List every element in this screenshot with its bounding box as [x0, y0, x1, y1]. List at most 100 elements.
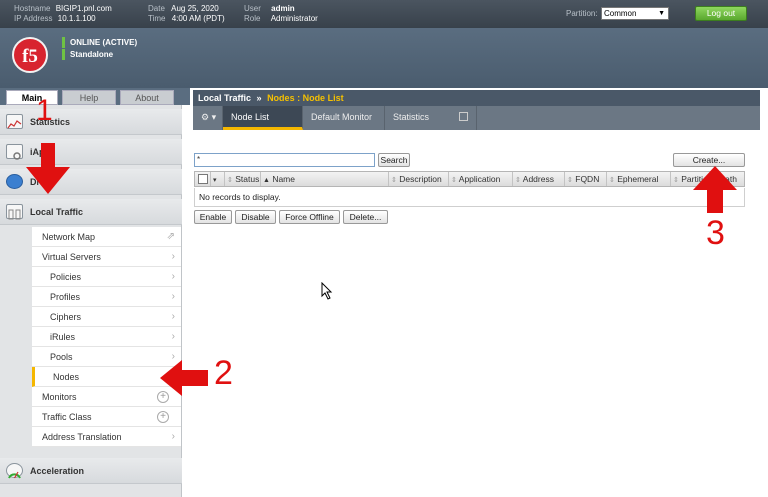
annotation-arrow-down-1	[26, 143, 70, 194]
breadcrumb-current: Nodes : Node List	[267, 93, 344, 103]
delete-button[interactable]: Delete...	[343, 210, 388, 224]
enable-button[interactable]: Enable	[194, 210, 232, 224]
left-tab-bar: Main Help About	[0, 88, 190, 105]
col-name[interactable]: ▲ Name	[261, 172, 389, 186]
role-label: Role	[244, 14, 261, 23]
user-label: User	[244, 4, 261, 13]
gear-icon: ⚙ ▾	[201, 112, 217, 122]
sort-icon: ⇕	[609, 177, 615, 184]
tab-default-monitor[interactable]: Default Monitor	[303, 106, 385, 130]
nav-traffic-class[interactable]: Traffic Class +	[32, 407, 181, 427]
time-label: Time	[148, 14, 166, 23]
chevron-right-icon: ›	[171, 291, 175, 302]
chevron-right-icon: ›	[171, 311, 175, 322]
ip-value: 10.1.1.100	[57, 14, 96, 23]
chevron-right-icon: ›	[171, 251, 175, 262]
annotation-number-1: 1	[36, 94, 53, 127]
sort-icon: ⇕	[227, 177, 233, 184]
search-button[interactable]: Search	[378, 153, 410, 167]
external-link-icon: ⇗	[166, 231, 175, 242]
partition-value: Common	[604, 9, 637, 18]
date-value: Aug 25, 2020	[171, 4, 219, 13]
mouse-cursor-icon	[321, 282, 333, 300]
column-menu[interactable]: ▾	[211, 172, 225, 186]
nav-virtual-servers[interactable]: Virtual Servers ›	[32, 247, 181, 267]
chevron-right-icon: ›	[171, 271, 175, 282]
ip-label: IP Address	[14, 14, 53, 23]
date-label: Date	[148, 4, 165, 13]
breadcrumb: Local Traffic » Nodes : Node List	[193, 90, 760, 106]
speedometer-icon	[6, 463, 23, 479]
iapps-icon	[6, 144, 23, 160]
col-address[interactable]: ⇕ Address	[513, 172, 565, 186]
nav-statistics[interactable]: Statistics	[0, 109, 182, 135]
sort-ascending-icon: ▲	[263, 177, 270, 184]
hostname-label: Hostname	[14, 4, 51, 13]
force-offline-button[interactable]: Force Offline	[279, 210, 340, 224]
table-header: ▾ ⇕ Status ▲ Name ⇕ Description ⇕ Applic…	[194, 171, 745, 187]
disable-button[interactable]: Disable	[235, 210, 276, 224]
status-standalone: Standalone	[62, 49, 113, 60]
col-fqdn[interactable]: ⇕ FQDN	[565, 172, 607, 186]
col-description[interactable]: ⇕ Description	[389, 172, 449, 186]
sort-icon: ⇕	[673, 177, 679, 184]
chevron-down-icon: ▼	[658, 10, 665, 17]
tab-statistics[interactable]: Statistics	[385, 106, 477, 130]
chevron-right-icon: ›	[171, 431, 175, 442]
f5-logo: f5	[12, 37, 48, 73]
col-status[interactable]: ⇕ Status	[225, 172, 261, 186]
nav-irules[interactable]: iRules ›	[32, 327, 181, 347]
chart-icon	[6, 114, 23, 129]
search-input[interactable]: *	[194, 153, 375, 167]
nav-address-translation[interactable]: Address Translation ›	[32, 427, 181, 447]
status-online: ONLINE (ACTIVE)	[62, 37, 137, 48]
nav-local-traffic-label: Local Traffic	[30, 207, 84, 217]
nav-pools[interactable]: Pools ›	[32, 347, 181, 367]
nav-profiles[interactable]: Profiles ›	[32, 287, 181, 307]
nav-policies[interactable]: Policies ›	[32, 267, 181, 287]
popout-icon	[459, 112, 468, 121]
partition-label: Partition:	[566, 9, 598, 18]
nav-acceleration-label: Acceleration	[30, 466, 85, 476]
chevron-down-icon: ▾	[213, 177, 217, 184]
logout-button[interactable]: Log out	[695, 6, 747, 21]
annotation-number-2: 2	[214, 354, 233, 392]
annotation-number-3: 3	[706, 214, 725, 252]
annotation-arrow-left-2	[160, 360, 208, 396]
select-all-checkbox[interactable]	[198, 174, 208, 184]
hostname-value: BIGIP1.pnl.com	[55, 4, 112, 13]
sort-icon: ⇕	[515, 177, 521, 184]
col-application[interactable]: ⇕ Application	[449, 172, 513, 186]
nav-ciphers[interactable]: Ciphers ›	[32, 307, 181, 327]
partition-select[interactable]: Common ▼	[601, 7, 669, 20]
sort-icon: ⇕	[451, 177, 457, 184]
top-status-bar: Hostname BIGIP1.pnl.com IP Address 10.1.…	[0, 0, 768, 28]
breadcrumb-section[interactable]: Local Traffic	[198, 93, 251, 103]
col-ephemeral[interactable]: ⇕ Ephemeral	[607, 172, 671, 186]
gear-menu[interactable]: ⚙ ▾	[193, 106, 223, 130]
sort-icon: ⇕	[391, 177, 397, 184]
tab-about[interactable]: About	[120, 90, 174, 105]
servers-icon	[6, 204, 23, 220]
nav-nodes[interactable]: Nodes	[32, 367, 181, 387]
logout-label: Log out	[706, 8, 736, 18]
time-value: 4:00 AM (PDT)	[171, 14, 225, 23]
tab-node-list[interactable]: Node List	[223, 106, 303, 130]
breadcrumb-separator: »	[256, 93, 262, 103]
role-value: Administrator	[270, 14, 318, 23]
user-value: admin	[271, 4, 295, 13]
nav-acceleration[interactable]: Acceleration	[0, 458, 182, 484]
nav-monitors[interactable]: Monitors +	[32, 387, 181, 407]
globe-icon	[6, 174, 23, 189]
annotation-arrow-up-3	[693, 166, 737, 213]
empty-table-message: No records to display.	[194, 188, 745, 207]
chevron-right-icon: ›	[171, 331, 175, 342]
select-all-cell	[195, 172, 211, 186]
sort-icon: ⇕	[567, 177, 573, 184]
tab-help[interactable]: Help	[62, 90, 116, 105]
nav-local-traffic[interactable]: Local Traffic	[0, 199, 182, 225]
create-button[interactable]: Create...	[673, 153, 745, 167]
nav-network-map[interactable]: Network Map ⇗	[32, 227, 181, 247]
add-traffic-class-icon[interactable]: +	[157, 411, 169, 423]
page-tab-bar: ⚙ ▾ Node List Default Monitor Statistics	[193, 106, 760, 130]
